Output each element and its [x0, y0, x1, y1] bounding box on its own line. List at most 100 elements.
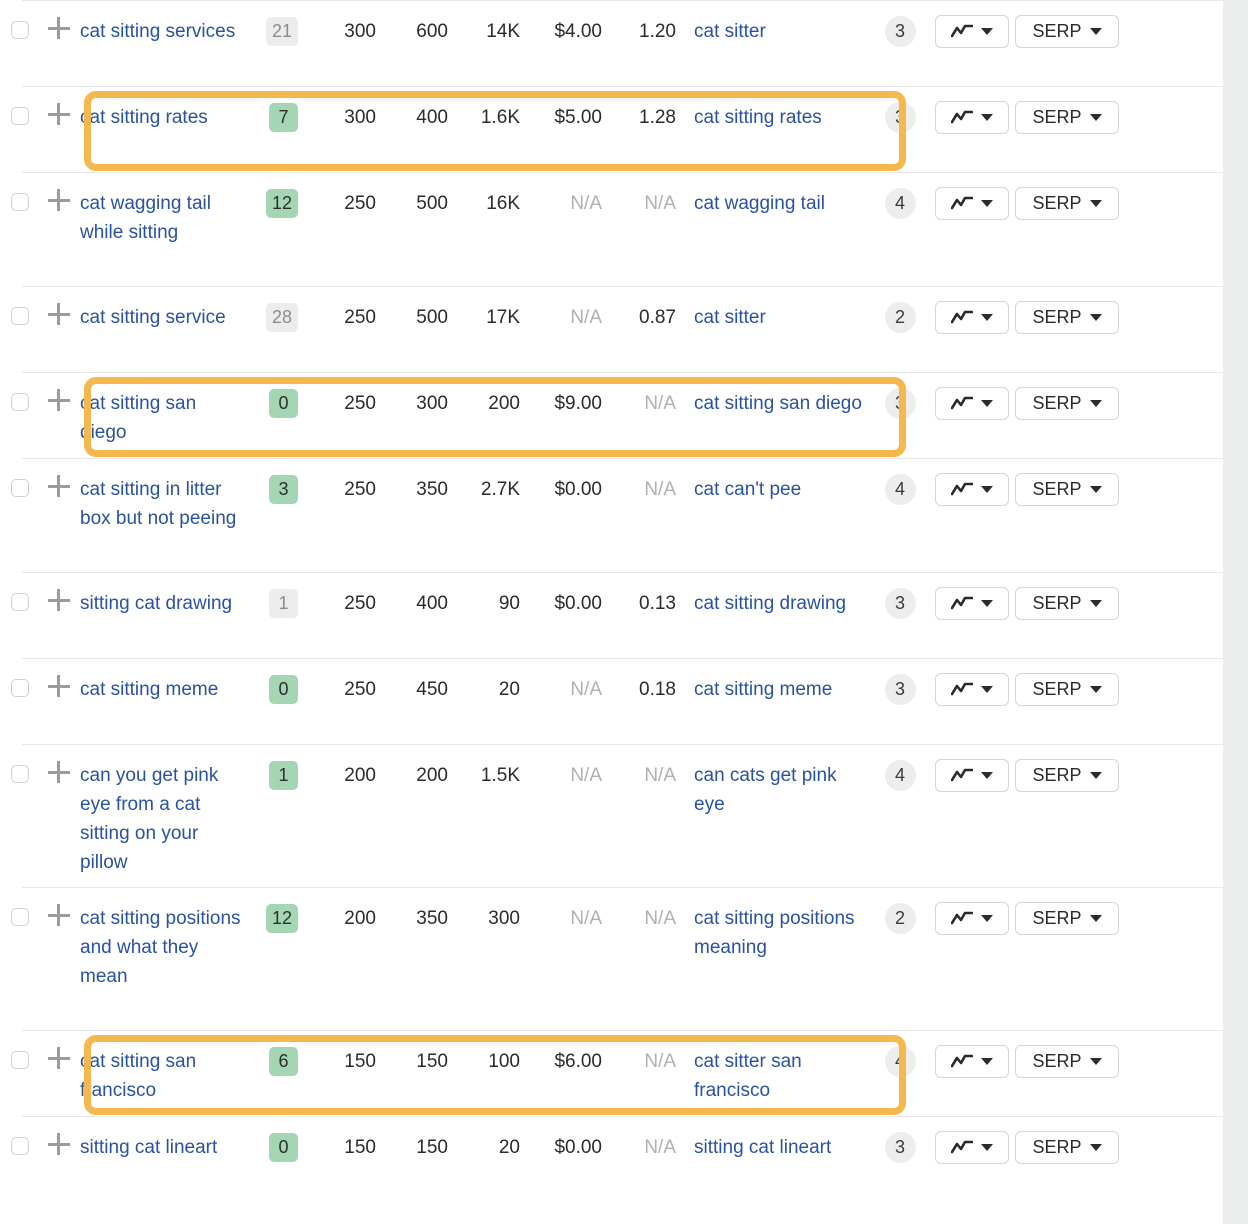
keyword-difficulty-cell: 6: [244, 1030, 306, 1076]
plus-icon[interactable]: [48, 761, 70, 783]
row-checkbox-cell: [0, 744, 40, 783]
serp-button[interactable]: SERP: [1015, 1131, 1119, 1164]
parent-topic-link[interactable]: cat sitting positions meaning: [694, 908, 855, 958]
serp-feature-count-badge: 4: [885, 474, 916, 505]
parent-topic-link[interactable]: cat can't pee: [694, 479, 801, 500]
parent-topic-link[interactable]: cat sitting san diego: [694, 393, 862, 414]
keyword-link[interactable]: cat sitting san francisco: [80, 1051, 196, 1101]
keyword-link[interactable]: cat sitting in litter box but not peeing: [80, 479, 236, 529]
serp-button[interactable]: SERP: [1015, 1045, 1119, 1078]
serp-button[interactable]: SERP: [1015, 187, 1119, 220]
trend-button[interactable]: [935, 15, 1009, 48]
chevron-down-icon: [981, 200, 993, 207]
parent-topic-link[interactable]: cat sitter san francisco: [694, 1051, 802, 1101]
parent-topic-link[interactable]: sitting cat lineart: [694, 1137, 831, 1158]
serp-button[interactable]: SERP: [1015, 587, 1119, 620]
trend-cell: [929, 286, 1015, 334]
keyword-link[interactable]: cat sitting meme: [80, 679, 218, 700]
cps-cell: 0.13: [604, 572, 678, 618]
plus-icon[interactable]: [48, 1047, 70, 1069]
table-row: cat wagging tail while sitting1225050016…: [0, 172, 1223, 286]
keyword-link[interactable]: cat wagging tail while sitting: [80, 193, 211, 243]
keyword-link[interactable]: sitting cat lineart: [80, 1137, 217, 1158]
parent-topic-link[interactable]: cat sitting drawing: [694, 593, 846, 614]
trend-button[interactable]: [935, 902, 1009, 935]
parent-topic-cell: cat sitter: [678, 0, 871, 46]
parent-topic-link[interactable]: cat sitter: [694, 307, 766, 328]
serp-features-cell: 3: [871, 572, 929, 619]
serp-button[interactable]: SERP: [1015, 759, 1119, 792]
trend-button[interactable]: [935, 387, 1009, 420]
serp-features-cell: 4: [871, 1030, 929, 1077]
parent-topic-link[interactable]: can cats get pink eye: [694, 765, 837, 815]
plus-icon[interactable]: [48, 1133, 70, 1155]
keyword-link[interactable]: cat sitting positions and what they mean: [80, 908, 241, 987]
plus-icon[interactable]: [48, 475, 70, 497]
trend-button[interactable]: [935, 473, 1009, 506]
checkbox-icon[interactable]: [11, 193, 29, 211]
trend-button[interactable]: [935, 187, 1009, 220]
trend-button[interactable]: [935, 759, 1009, 792]
cps-cell: N/A: [604, 372, 678, 418]
trend-line-icon: [951, 911, 973, 927]
plus-icon[interactable]: [48, 904, 70, 926]
parent-topic-link[interactable]: cat sitter: [694, 21, 766, 42]
serp-button[interactable]: SERP: [1015, 101, 1119, 134]
parent-topic-link[interactable]: cat sitting rates: [694, 107, 822, 128]
plus-icon[interactable]: [48, 17, 70, 39]
keyword-link[interactable]: sitting cat drawing: [80, 593, 232, 614]
volume-cell: 150: [306, 1030, 378, 1076]
row-separator: [22, 887, 1223, 888]
serp-button[interactable]: SERP: [1015, 902, 1119, 935]
checkbox-icon[interactable]: [11, 908, 29, 926]
cps-cell: 1.20: [604, 0, 678, 46]
add-keyword-cell: [40, 458, 77, 497]
serp-button[interactable]: SERP: [1015, 15, 1119, 48]
plus-icon[interactable]: [48, 389, 70, 411]
row-separator: [22, 286, 1223, 287]
trend-button[interactable]: [935, 1045, 1009, 1078]
plus-icon[interactable]: [48, 589, 70, 611]
trend-button[interactable]: [935, 301, 1009, 334]
serp-button[interactable]: SERP: [1015, 301, 1119, 334]
plus-icon[interactable]: [48, 103, 70, 125]
keyword-link[interactable]: cat sitting service: [80, 307, 226, 328]
keyword-cell: sitting cat drawing: [77, 572, 244, 618]
parent-topic-link[interactable]: cat sitting meme: [694, 679, 832, 700]
keyword-link[interactable]: can you get pink eye from a cat sitting …: [80, 765, 218, 873]
checkbox-icon[interactable]: [11, 307, 29, 325]
checkbox-icon[interactable]: [11, 21, 29, 39]
checkbox-icon[interactable]: [11, 1137, 29, 1155]
cpc-cell: $0.00: [522, 572, 604, 618]
volume-cell: 300: [306, 0, 378, 46]
parent-topic-cell: cat sitter: [678, 286, 871, 332]
serp-feature-count-badge: 3: [885, 16, 916, 47]
keyword-link[interactable]: cat sitting rates: [80, 107, 208, 128]
plus-icon[interactable]: [48, 303, 70, 325]
keyword-cell: cat sitting meme: [77, 658, 244, 704]
serp-feature-count-badge: 2: [885, 903, 916, 934]
serp-button[interactable]: SERP: [1015, 673, 1119, 706]
checkbox-icon[interactable]: [11, 393, 29, 411]
checkbox-icon[interactable]: [11, 593, 29, 611]
checkbox-icon[interactable]: [11, 679, 29, 697]
checkbox-icon[interactable]: [11, 765, 29, 783]
serp-button[interactable]: SERP: [1015, 387, 1119, 420]
serp-button[interactable]: SERP: [1015, 473, 1119, 506]
checkbox-icon[interactable]: [11, 1051, 29, 1069]
cps-cell: 1.28: [604, 86, 678, 132]
plus-icon[interactable]: [48, 189, 70, 211]
trend-button[interactable]: [935, 101, 1009, 134]
trend-button[interactable]: [935, 673, 1009, 706]
plus-icon[interactable]: [48, 675, 70, 697]
keyword-link[interactable]: cat sitting services: [80, 21, 235, 42]
trend-button[interactable]: [935, 587, 1009, 620]
checkbox-icon[interactable]: [11, 479, 29, 497]
keyword-link[interactable]: cat sitting san diego: [80, 393, 196, 443]
keyword-cell: cat sitting in litter box but not peeing: [77, 458, 244, 533]
keyword-cell: can you get pink eye from a cat sitting …: [77, 744, 244, 877]
trend-button[interactable]: [935, 1131, 1009, 1164]
parent-topic-link[interactable]: cat wagging tail: [694, 193, 825, 214]
checkbox-icon[interactable]: [11, 107, 29, 125]
vertical-scrollbar[interactable]: [1223, 0, 1248, 1224]
